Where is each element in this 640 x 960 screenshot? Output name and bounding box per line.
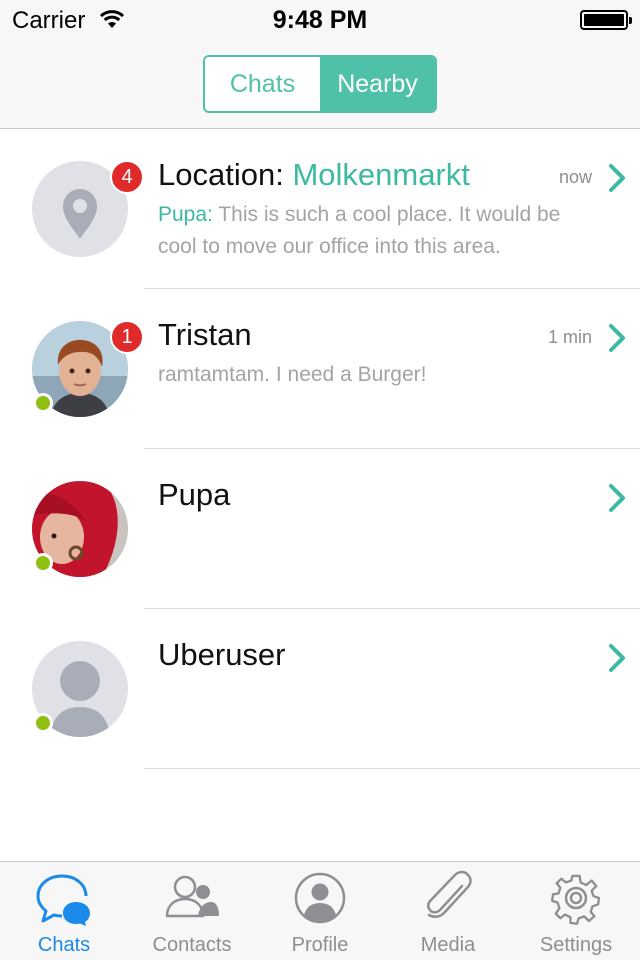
tab-bar: Chats Contacts Profile Media Settings: [0, 861, 640, 960]
tab-label: Contacts: [152, 934, 232, 956]
tab-chats[interactable]: Chats: [0, 862, 128, 960]
tab-contacts[interactable]: Contacts: [128, 862, 256, 960]
contacts-icon: [165, 875, 219, 918]
profile-icon: [294, 872, 346, 924]
online-indicator: [33, 713, 53, 733]
status-time: 9:48 PM: [272, 6, 368, 34]
chat-bubbles-icon: [36, 874, 90, 926]
tab-settings[interactable]: Settings: [512, 862, 640, 960]
segmented-control: Chats Nearby: [203, 55, 437, 113]
chat-time: now: [558, 167, 592, 187]
chat-preview: ramtamtam. I need a Burger!: [158, 363, 427, 386]
chat-title: Location: Molkenmarkt: [158, 157, 470, 192]
paperclip-icon: [426, 870, 472, 918]
chevron-right-icon: [609, 644, 625, 672]
chat-row-tristan[interactable]: 1 Tristan 1 min ramtamtam. I need a Burg…: [0, 289, 640, 449]
online-indicator: [33, 553, 53, 573]
segment-nearby[interactable]: Nearby: [320, 57, 435, 111]
tab-label: Chats: [37, 934, 91, 956]
tab-profile[interactable]: Profile: [256, 862, 384, 960]
status-bar: Carrier 9:48 PM: [0, 0, 640, 40]
segment-chats[interactable]: Chats: [205, 57, 320, 111]
chat-row-location[interactable]: 4 Location: Molkenmarkt now Pupa: This i…: [0, 129, 640, 289]
chat-title: Pupa: [158, 477, 231, 512]
chat-preview: Pupa: This is such a cool place. It woul…: [158, 203, 561, 258]
unread-badge: 1: [110, 320, 144, 354]
location-name: Molkenmarkt: [292, 157, 470, 192]
preview-sender: Pupa:: [158, 203, 213, 226]
chevron-right-icon: [609, 324, 625, 352]
chat-list: 4 Location: Molkenmarkt now Pupa: This i…: [0, 129, 640, 769]
unread-badge: 4: [110, 160, 144, 194]
gear-icon: [550, 874, 601, 925]
battery-icon: [580, 10, 632, 30]
chevron-right-icon: [609, 484, 625, 512]
chat-time: 1 min: [547, 327, 592, 347]
tab-label: Media: [420, 934, 476, 956]
chevron-right-icon: [609, 164, 625, 192]
navigation-header: Carrier 9:48 PM Chats Nearby: [0, 0, 640, 129]
chat-row-pupa[interactable]: Pupa: [0, 449, 640, 609]
chat-title: Tristan: [158, 317, 252, 352]
online-indicator: [33, 393, 53, 413]
chat-title: Uberuser: [158, 637, 286, 672]
tab-media[interactable]: Media: [384, 862, 512, 960]
tab-label: Settings: [539, 934, 613, 956]
tab-label: Profile: [291, 934, 349, 956]
row-divider: [144, 768, 640, 769]
chat-row-uberuser[interactable]: Uberuser: [0, 609, 640, 769]
